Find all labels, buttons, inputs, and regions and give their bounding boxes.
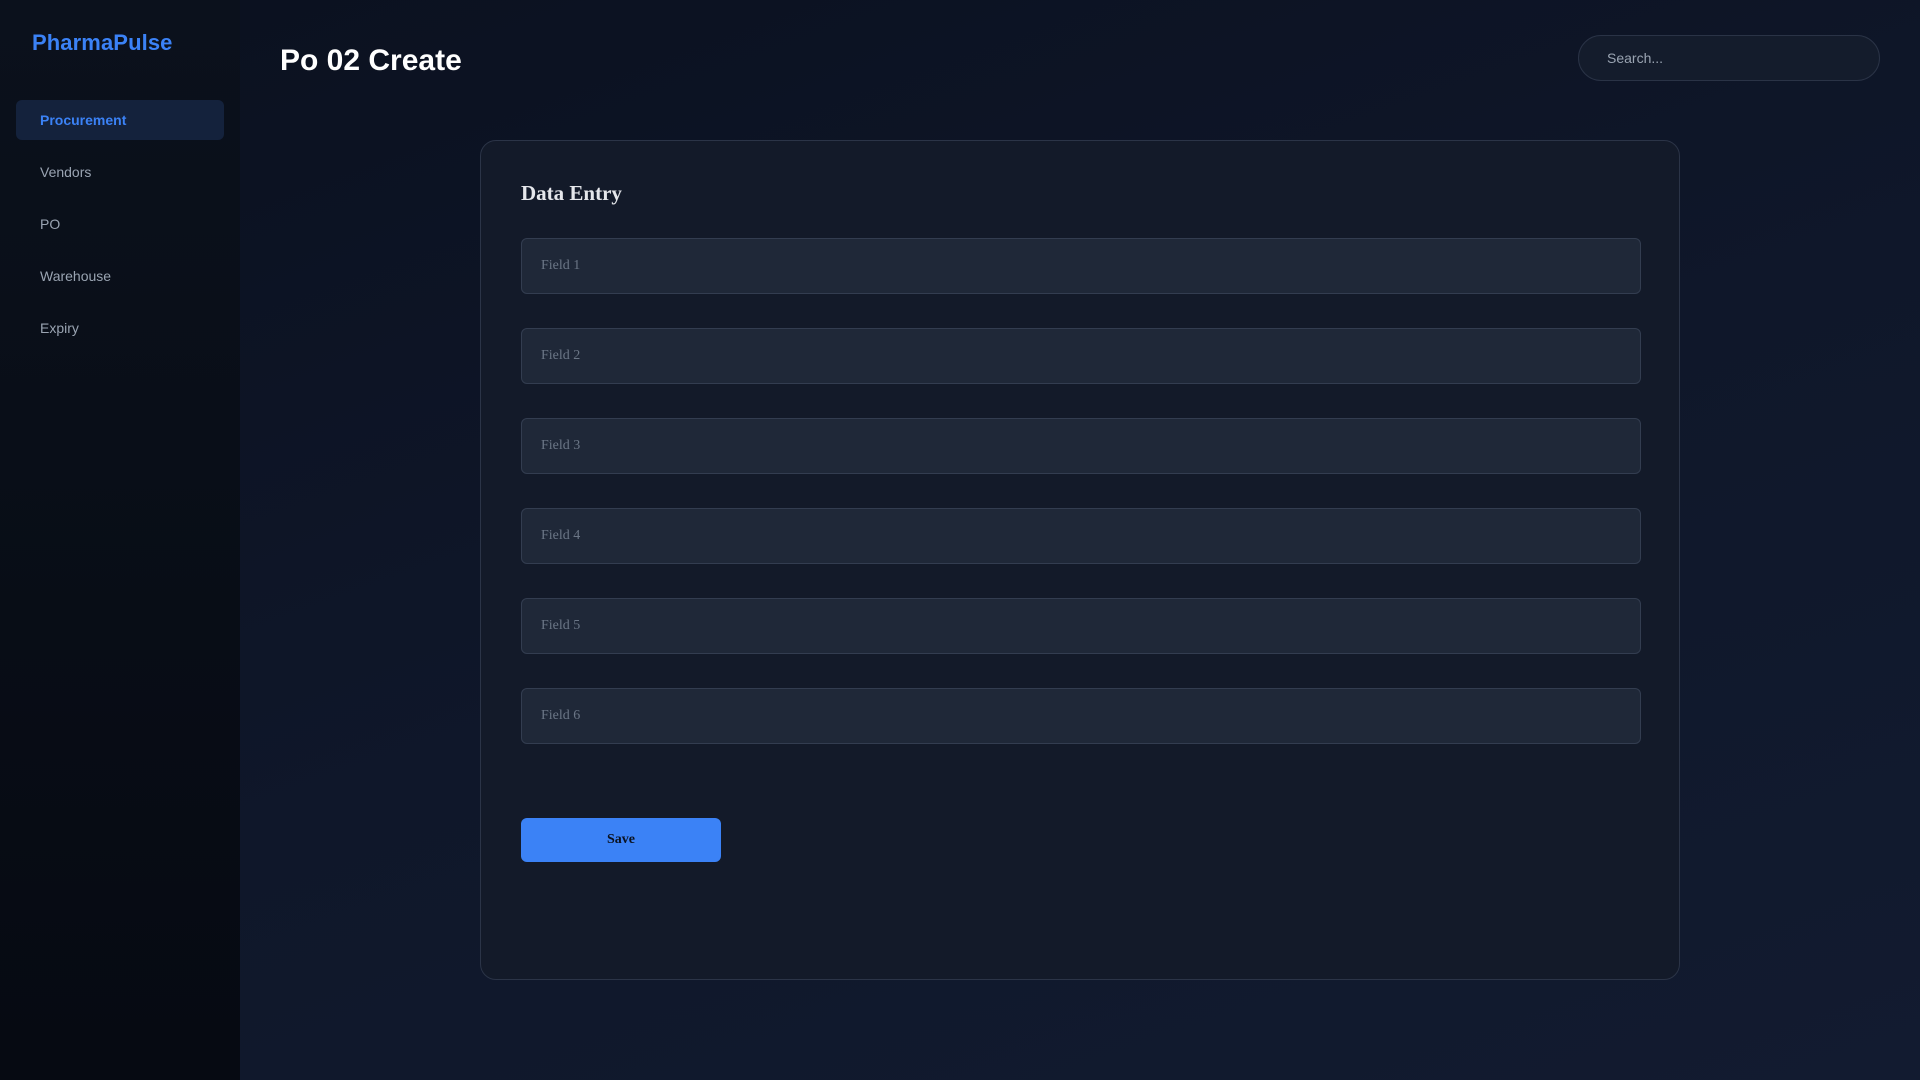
card-title: Data Entry xyxy=(521,181,622,205)
field-2-input[interactable] xyxy=(521,328,1641,384)
sidebar-item-expiry[interactable]: Expiry xyxy=(16,308,224,348)
sidebar-item-warehouse[interactable]: Warehouse xyxy=(16,256,224,296)
sidebar-item-po[interactable]: PO xyxy=(16,204,224,244)
field-6-input[interactable] xyxy=(521,688,1641,744)
field-3-input[interactable] xyxy=(521,418,1641,474)
field-1-input[interactable] xyxy=(521,238,1641,294)
sidebar-item-vendors[interactable]: Vendors xyxy=(16,152,224,192)
app-root: PharmaPulse Procurement Vendors PO Wareh… xyxy=(0,0,1920,1080)
sidebar-item-procurement[interactable]: Procurement xyxy=(16,100,224,140)
sidebar: PharmaPulse Procurement Vendors PO Wareh… xyxy=(0,0,240,1080)
page-title: Po 02 Create xyxy=(280,44,462,77)
field-4-input[interactable] xyxy=(521,508,1641,564)
main-content: Po 02 Create Data Entry Save xyxy=(240,0,1920,1080)
app-logo[interactable]: PharmaPulse xyxy=(16,30,224,56)
search-input[interactable] xyxy=(1578,35,1880,81)
field-5-input[interactable] xyxy=(521,598,1641,654)
data-entry-card: Data Entry Save xyxy=(480,140,1680,980)
save-button[interactable]: Save xyxy=(521,818,721,862)
sidebar-nav: Procurement Vendors PO Warehouse Expiry xyxy=(16,100,224,348)
